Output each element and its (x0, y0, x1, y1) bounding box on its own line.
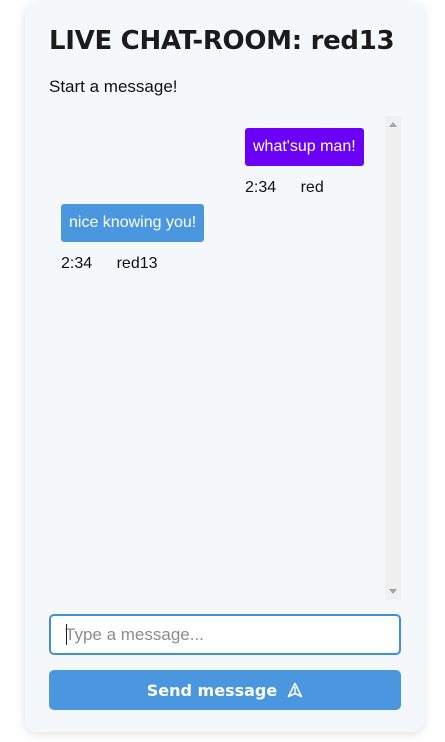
message-time: 2:34 (245, 179, 277, 196)
chat-subtitle: Start a message! (49, 77, 178, 96)
send-message-button[interactable]: Send message (49, 670, 401, 710)
message-item: nice knowing you! 2:34 red13 (61, 204, 205, 273)
message-list-scrollbar[interactable] (385, 116, 401, 600)
message-input[interactable] (49, 614, 401, 655)
send-icon (287, 682, 303, 698)
message-bubble: what'sup man! (245, 128, 364, 166)
scroll-up-arrow-icon[interactable] (389, 122, 397, 127)
message-user: red (300, 179, 324, 196)
message-bubble: nice knowing you! (61, 204, 205, 242)
message-user: red13 (116, 255, 158, 272)
message-meta: 2:34 red (245, 179, 364, 197)
page-title: LIVE CHAT-ROOM: red13 (49, 26, 395, 56)
chat-card: LIVE CHAT-ROOM: red13 Start a message! w… (25, 2, 424, 732)
text-caret (66, 624, 67, 645)
message-list[interactable]: what'sup man! 2:34 red nice knowing you!… (49, 116, 401, 600)
scroll-down-arrow-icon[interactable] (389, 589, 397, 594)
send-button-label: Send message (146, 680, 278, 700)
message-item: what'sup man! 2:34 red (245, 128, 364, 197)
message-meta: 2:34 red13 (61, 255, 204, 273)
message-time: 2:34 (61, 255, 93, 272)
